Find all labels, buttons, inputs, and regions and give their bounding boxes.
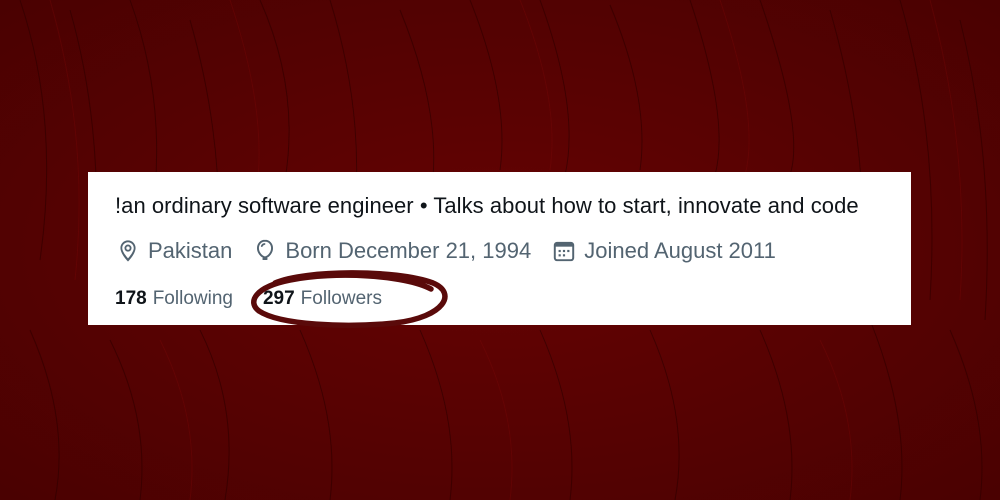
following-link[interactable]: 178 Following: [115, 288, 233, 310]
highlight-circle-annotation: [251, 270, 448, 328]
birthday-text: Born December 21, 1994: [285, 238, 532, 263]
balloon-icon: [257, 239, 274, 260]
location-item: Pakistan: [115, 238, 232, 264]
profile-meta: Pakistan Born December 21, 1994 Joined A…: [115, 238, 796, 264]
joined-text: Joined August 2011: [584, 238, 776, 263]
birthday-item: Born December 21, 1994: [252, 238, 531, 264]
following-count: 178: [115, 288, 147, 309]
profile-card: !an ordinary software engineer • Talks a…: [88, 172, 911, 325]
joined-item: Joined August 2011: [551, 238, 776, 264]
profile-bio: !an ordinary software engineer • Talks a…: [115, 193, 859, 218]
location-text: Pakistan: [148, 238, 233, 263]
following-label: Following: [152, 288, 233, 309]
calendar-icon: [554, 241, 575, 262]
location-pin-icon: [120, 240, 136, 262]
